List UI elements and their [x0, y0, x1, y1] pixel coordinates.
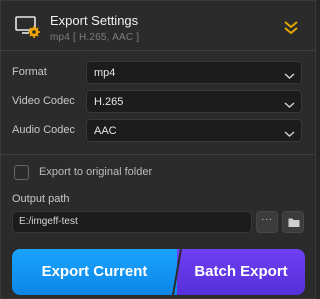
audio-codec-select[interactable]: AAC: [86, 119, 302, 142]
output-path-field[interactable]: E:/imgeff-test: [12, 211, 252, 233]
export-actions: Export Current Batch Export: [12, 249, 305, 295]
monitor-gear-icon: [15, 15, 41, 39]
audio-codec-label: Audio Codec: [12, 124, 75, 136]
export-current-button[interactable]: Export Current: [12, 249, 177, 295]
batch-export-button[interactable]: Batch Export: [177, 249, 305, 295]
export-current-label: Export Current: [41, 263, 148, 280]
chevron-down-icon: [284, 97, 295, 109]
audio-codec-value: AAC: [94, 125, 117, 137]
video-codec-label: Video Codec: [12, 95, 75, 107]
section-divider: [1, 154, 315, 155]
export-to-original-checkbox[interactable]: [14, 165, 29, 180]
batch-export-label: Batch Export: [194, 263, 288, 280]
export-settings-panel: Export Settings mp4 [ H.265, AAC ] Forma…: [0, 0, 316, 299]
double-chevron-down-icon[interactable]: [282, 17, 300, 37]
panel-title: Export Settings: [50, 13, 139, 28]
panel-header: Export Settings mp4 [ H.265, AAC ]: [1, 1, 315, 51]
more-dots-icon: ···: [261, 214, 273, 225]
chevron-down-icon: [284, 68, 295, 80]
output-path-label: Output path: [12, 193, 70, 205]
export-to-original-label[interactable]: Export to original folder: [39, 166, 152, 178]
panel-subtitle: mp4 [ H.265, AAC ]: [50, 32, 140, 43]
open-folder-button[interactable]: [282, 211, 304, 233]
video-codec-select[interactable]: H.265: [86, 90, 302, 113]
video-codec-value: H.265: [94, 96, 124, 108]
chevron-down-icon: [284, 126, 295, 138]
format-select[interactable]: mp4: [86, 61, 302, 84]
browse-more-button[interactable]: ···: [256, 211, 278, 233]
format-value: mp4: [94, 67, 116, 79]
format-label: Format: [12, 66, 47, 78]
